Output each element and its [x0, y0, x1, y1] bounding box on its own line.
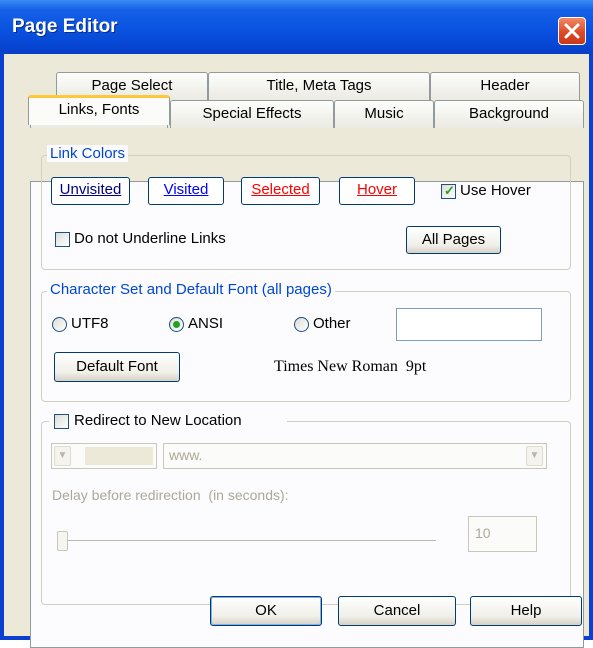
font-display-text: Times New Roman 9pt	[274, 358, 427, 375]
charset-legend: Character Set and Default Font (all page…	[47, 281, 335, 298]
no-underline-label: Do not Underline Links	[74, 230, 226, 247]
tab-special-effects[interactable]: Special Effects	[170, 100, 334, 128]
hover-color-button[interactable]: Hover	[339, 177, 415, 205]
tab-header[interactable]: Header	[430, 72, 580, 100]
no-underline-checkbox[interactable]	[55, 232, 70, 247]
use-hover-checkbox[interactable]: ✓	[441, 183, 456, 199]
all-pages-button[interactable]: All Pages	[406, 226, 501, 254]
close-icon	[564, 23, 580, 39]
other-radio[interactable]	[294, 317, 309, 332]
url-combo[interactable]: www. ▼	[163, 443, 547, 469]
help-button[interactable]: Help	[470, 596, 582, 626]
title-bar[interactable]: Page Editor	[0, 0, 593, 54]
other-charset-input[interactable]	[396, 308, 542, 341]
chevron-down-icon[interactable]: ▼	[526, 446, 543, 466]
window-title: Page Editor	[12, 16, 118, 37]
checkmark-icon: ✓	[444, 183, 455, 198]
tab-links-fonts[interactable]: Links, Fonts	[28, 95, 170, 125]
ansi-label: ANSI	[188, 315, 224, 332]
dialog-body: Page Select Title, Meta Tags Header Link…	[4, 54, 589, 648]
delay-seconds-input[interactable]: 10	[468, 516, 537, 552]
page-editor-window: Page Editor Page Select Title, Meta Tags…	[0, 0, 593, 648]
close-button[interactable]	[558, 17, 586, 45]
unvisited-color-button[interactable]: Unvisited	[51, 177, 130, 205]
protocol-combo[interactable]: ▼	[51, 443, 157, 469]
tab-music[interactable]: Music	[334, 100, 434, 128]
chevron-down-icon[interactable]: ▼	[54, 446, 71, 466]
radio-selected-dot	[173, 321, 180, 328]
protocol-value-box	[85, 447, 153, 465]
url-value: www.	[169, 447, 203, 463]
visited-color-button[interactable]: Visited	[148, 177, 224, 205]
selected-color-button[interactable]: Selected	[241, 177, 320, 205]
default-font-button[interactable]: Default Font	[54, 352, 180, 382]
tab-background[interactable]: Background	[434, 100, 584, 128]
other-label: Other	[313, 315, 351, 332]
redirect-checkbox[interactable]	[54, 414, 69, 429]
ok-button[interactable]: OK	[210, 596, 322, 626]
delay-seconds-value: 10	[475, 525, 491, 541]
use-hover-label: Use Hover	[460, 182, 531, 199]
redirect-label: Redirect to New Location	[74, 412, 242, 429]
delay-slider-thumb[interactable]	[57, 531, 68, 551]
link-colors-legend: Link Colors	[47, 145, 129, 162]
delay-label: Delay before redirection (in seconds):	[52, 487, 289, 503]
utf8-radio[interactable]	[52, 317, 67, 332]
delay-slider-track[interactable]	[61, 540, 436, 544]
ansi-radio[interactable]	[169, 317, 184, 332]
utf8-label: UTF8	[71, 315, 109, 332]
cancel-button[interactable]: Cancel	[338, 596, 456, 626]
tab-title-meta-tags[interactable]: Title, Meta Tags	[208, 72, 430, 100]
